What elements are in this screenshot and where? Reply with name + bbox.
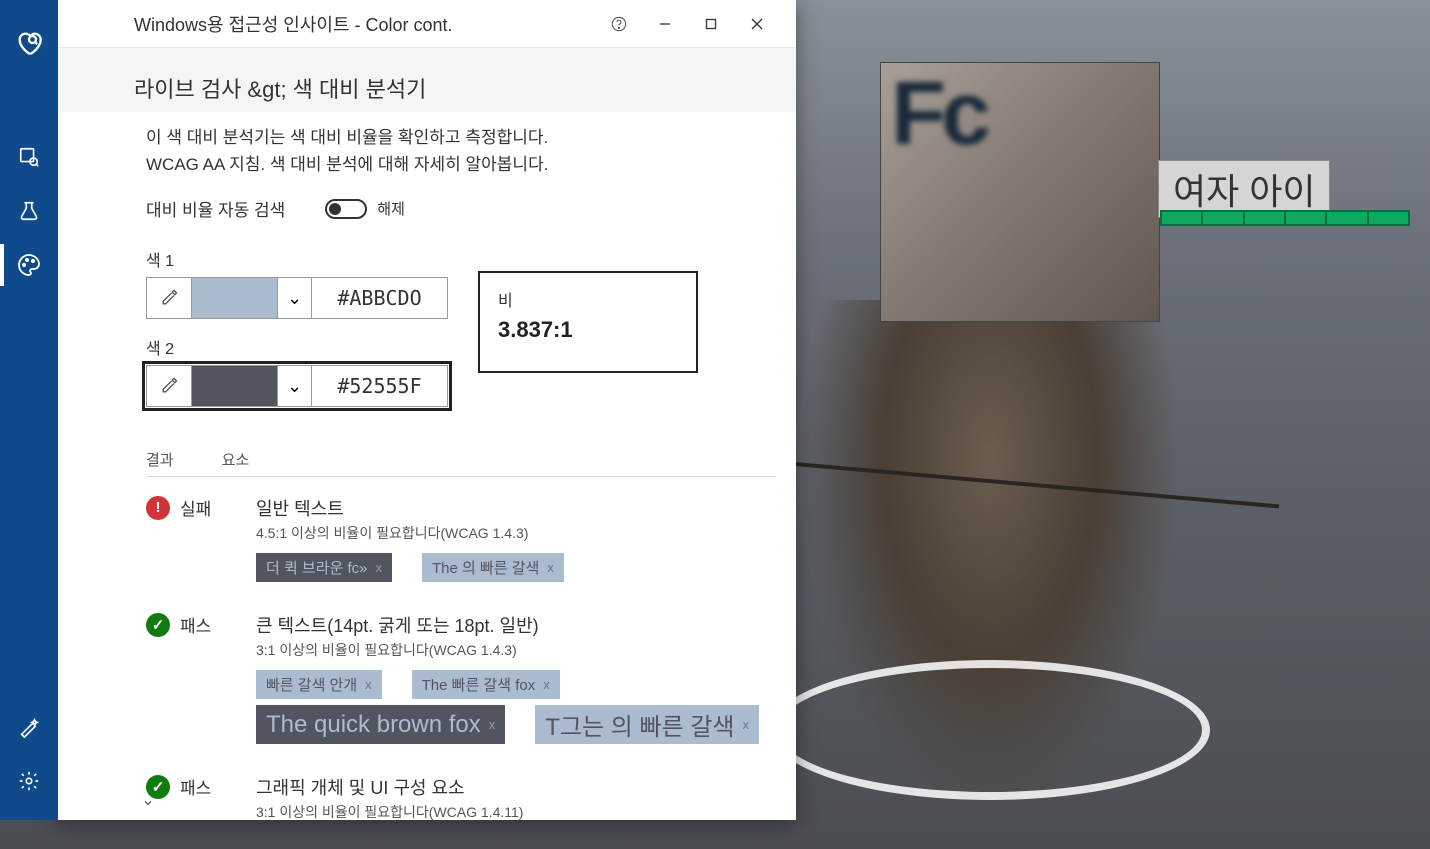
color-1-label: 색 1 (146, 247, 448, 271)
scroll-down-chevron[interactable]: ⌄ (136, 788, 160, 812)
contrast-ratio-box: 비 3.837:1 (478, 271, 698, 373)
status-label: 실패 (180, 495, 211, 520)
game-health-bar (1160, 210, 1410, 226)
result-row: ✓ 패스 그래픽 개체 및 UI 구성 요소 3:1 이상의 비율이 필요합니다… (146, 774, 776, 820)
result-row: ! 실패 일반 텍스트 4.5:1 이상의 비율이 필요합니다(WCAG 1.4… (146, 495, 776, 588)
color-2-eyedropper[interactable] (146, 365, 192, 407)
ratio-label: 비 (498, 287, 678, 311)
sidebar-inspect-icon[interactable] (0, 130, 58, 184)
game-selection-ring (770, 660, 1210, 800)
sidebar-settings-icon[interactable] (0, 754, 58, 808)
main-content: 이 색 대비 분석기는 색 대비 비율을 확인하고 측정합니다. WCAG AA… (56, 112, 796, 820)
status-label: 패스 (180, 774, 211, 799)
auto-detect-toggle[interactable] (325, 199, 367, 219)
status-badge-fail: ! (146, 496, 170, 520)
sidebar-palette-icon[interactable] (0, 238, 58, 292)
color-2-block: 색 2 ⌄ #52555F (146, 335, 448, 407)
page-header: 라이브 검사 &gt; 색 대비 분석기 (56, 48, 796, 112)
chevron-down-icon: ⌄ (277, 366, 311, 406)
contrast-sample: The quick brown foxx (256, 705, 505, 744)
sample-close-icon[interactable]: x (543, 677, 550, 692)
contrast-sample: The 빠른 갈색 foxx (412, 670, 560, 699)
sample-close-icon[interactable]: x (376, 560, 383, 575)
page-description: 이 색 대비 분석기는 색 대비 비율을 확인하고 측정합니다. WCAG AA… (146, 124, 776, 178)
result-title: 그래픽 개체 및 UI 구성 요소 (256, 774, 776, 800)
result-requirement: 3:1 이상의 비율이 필요합니다(WCAG 1.4.3) (256, 640, 776, 660)
results-col-result: 결과 (146, 449, 174, 470)
result-title: 일반 텍스트 (256, 495, 776, 521)
results-header-row: 결과 요소 (146, 443, 776, 477)
status-badge-pass: ✓ (146, 613, 170, 637)
contrast-sample: T그는 의 빠른 갈색x (535, 705, 759, 744)
auto-detect-label: 대비 비율 자동 검색 (146, 196, 285, 221)
sample-close-icon[interactable]: x (547, 560, 554, 575)
color-1-block: 색 1 ⌄ #ABBCDO (146, 247, 448, 319)
sidebar-wand-icon[interactable] (0, 700, 58, 754)
color-1-hex-input[interactable]: #ABBCDO (312, 277, 448, 319)
close-button[interactable] (734, 8, 780, 40)
contrast-sample: 빠른 갈색 안개x (256, 670, 382, 699)
result-row: ✓ 패스 큰 텍스트(14pt. 굵게 또는 18pt. 일반) 3:1 이상의… (146, 612, 776, 750)
maximize-button[interactable] (688, 8, 734, 40)
sample-close-icon[interactable]: x (365, 677, 372, 692)
accessibility-insights-window: Windows용 접근성 인사이트 - Color cont. 라이브 검사 &… (56, 0, 796, 820)
sample-close-icon[interactable]: x (489, 717, 496, 732)
color-2-label: 색 2 (146, 335, 448, 359)
color-1-swatch (192, 278, 277, 318)
color-1-eyedropper[interactable] (146, 277, 192, 319)
sidebar-logo-icon[interactable] (0, 16, 58, 70)
color-1-swatch-dropdown[interactable]: ⌄ (192, 277, 312, 319)
app-sidebar (0, 0, 58, 820)
result-requirement: 3:1 이상의 비율이 필요합니다(WCAG 1.4.11) (256, 802, 776, 820)
magnifier-sample-text: Fc (891, 63, 986, 166)
window-title: Windows용 접근성 인사이트 - Color cont. (134, 11, 596, 37)
color-2-swatch (192, 366, 277, 406)
auto-detect-state: 해제 (377, 198, 405, 219)
color-picker-magnifier: Fc (880, 62, 1160, 322)
sample-close-icon[interactable]: x (743, 717, 750, 732)
contrast-sample: The 의 빠른 갈색x (422, 553, 564, 582)
sidebar-beaker-icon[interactable] (0, 184, 58, 238)
ratio-value: 3.837:1 (498, 317, 678, 343)
color-2-hex-input[interactable]: #52555F (312, 365, 448, 407)
result-title: 큰 텍스트(14pt. 굵게 또는 18pt. 일반) (256, 612, 776, 638)
status-label: 패스 (180, 612, 211, 637)
auto-detect-toggle-row: 대비 비율 자동 검색 해제 (146, 196, 776, 221)
results-col-element: 요소 (222, 449, 250, 470)
window-titlebar: Windows용 접근성 인사이트 - Color cont. (56, 0, 796, 48)
chevron-down-icon: ⌄ (277, 278, 311, 318)
result-requirement: 4.5:1 이상의 비율이 필요합니다(WCAG 1.4.3) (256, 523, 776, 543)
color-2-swatch-dropdown[interactable]: ⌄ (192, 365, 312, 407)
contrast-sample: 더 퀵 브라운 fc»x (256, 553, 392, 582)
help-button[interactable] (596, 8, 642, 40)
minimize-button[interactable] (642, 8, 688, 40)
breadcrumb: 라이브 검사 &gt; 색 대비 분석기 (134, 72, 796, 104)
